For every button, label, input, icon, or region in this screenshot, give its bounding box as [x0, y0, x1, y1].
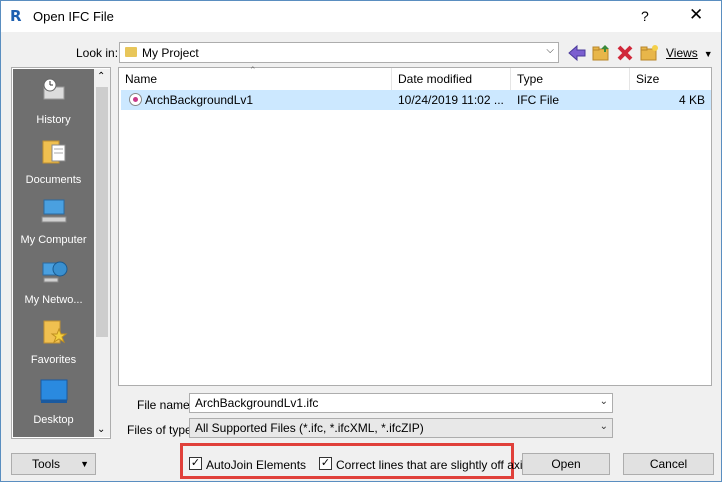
file-type-select[interactable]: All Supported Files (*.ifc, *.ifcXML, *.… — [189, 418, 613, 438]
file-name-value: ArchBackgroundLv1.ifc — [195, 396, 319, 410]
revit-app-icon: R — [10, 7, 22, 25]
column-label: Type — [517, 72, 544, 86]
tools-label: Tools — [32, 457, 61, 471]
open-button[interactable]: Open — [522, 453, 610, 475]
place-documents[interactable]: Documents — [13, 137, 94, 186]
file-type: IFC File — [517, 93, 559, 107]
ifc-file-icon — [129, 93, 142, 106]
close-button[interactable]: ✕ — [689, 5, 703, 25]
file-type-label: Files of type: — [127, 423, 196, 437]
place-label: My Computer — [20, 234, 87, 246]
title-bar: R Open IFC File ? ✕ — [1, 1, 721, 32]
column-header-date[interactable]: Date modified — [392, 68, 511, 90]
look-in-label: Look in: — [76, 46, 119, 60]
place-desktop[interactable]: Desktop — [13, 377, 94, 426]
up-folder-icon[interactable] — [591, 43, 611, 63]
file-name: ArchBackgroundLv1 — [145, 93, 254, 107]
back-arrow-icon[interactable] — [567, 43, 587, 63]
look-in-value: My Project — [142, 46, 199, 60]
column-label: Size — [636, 72, 660, 86]
delete-icon[interactable] — [615, 43, 635, 63]
look-in-combo[interactable]: My Project ⌵ — [119, 42, 559, 63]
favorites-icon — [43, 320, 67, 344]
column-header-size[interactable]: Size — [630, 68, 711, 90]
place-label: Desktop — [33, 414, 74, 426]
open-ifc-dialog: R Open IFC File ? ✕ Look in: My Project … — [0, 0, 722, 482]
open-label: Open — [551, 457, 581, 471]
file-name-label: File name: — [137, 398, 194, 412]
file-size: 4 KB — [678, 93, 705, 107]
history-icon — [43, 78, 64, 100]
dialog-title: Open IFC File — [33, 9, 114, 24]
tools-button[interactable]: Tools ▼ — [11, 453, 96, 475]
sort-up-icon: ⌃ — [249, 65, 257, 75]
place-favorites[interactable]: Favorites — [13, 317, 94, 366]
column-label: Name — [125, 72, 158, 86]
correct-lines-label: Correct lines that are slightly off axis — [336, 458, 529, 472]
place-my-network[interactable]: My Netwo... — [13, 257, 94, 306]
chevron-down-icon[interactable]: ⌄ — [600, 396, 608, 407]
chevron-up-icon[interactable]: ⌃ — [97, 71, 105, 82]
chevron-down-icon[interactable]: ⌄ — [97, 424, 105, 435]
new-folder-icon[interactable] — [639, 43, 659, 63]
column-header-name[interactable]: Name ⌃ — [119, 65, 392, 90]
place-label: Favorites — [30, 354, 77, 366]
chevron-down-icon: ▼ — [80, 459, 89, 469]
file-name-input[interactable]: ArchBackgroundLv1.ifc ⌄ — [189, 393, 613, 413]
autojoin-label: AutoJoin Elements — [206, 458, 307, 472]
scroll-thumb[interactable] — [96, 87, 108, 337]
place-my-computer[interactable]: My Computer — [13, 197, 94, 246]
views-label: Views — [666, 46, 698, 60]
place-history[interactable]: History — [13, 77, 94, 126]
file-list: Name ⌃ Date modified Type Size ArchBackg… — [118, 65, 712, 386]
column-header-type[interactable]: Type — [511, 68, 630, 90]
places-list: History Documents My Computer My Netwo..… — [13, 69, 94, 437]
views-menu-button[interactable]: Views ▼ — [666, 46, 713, 60]
chevron-down-icon: ⌄ — [599, 421, 608, 432]
file-date: 10/24/2019 11:02 ... — [398, 93, 504, 107]
file-type-value: All Supported Files (*.ifc, *.ifcXML, *.… — [195, 421, 424, 435]
chevron-down-icon: ⌵ — [546, 45, 554, 56]
documents-icon — [42, 140, 65, 164]
place-label: My Netwo... — [24, 294, 83, 306]
file-row[interactable]: ArchBackgroundLv1 10/24/2019 11:02 ... I… — [121, 90, 711, 110]
cancel-button[interactable]: Cancel — [623, 453, 714, 475]
help-button[interactable]: ? — [641, 8, 649, 24]
autojoin-checkbox[interactable]: ✓ — [189, 457, 202, 470]
chevron-down-icon: ▼ — [703, 49, 713, 59]
folder-icon — [125, 47, 137, 57]
desktop-icon — [40, 379, 67, 403]
computer-icon — [41, 199, 66, 223]
place-label: History — [36, 114, 71, 126]
place-label: Documents — [25, 174, 82, 186]
network-icon — [42, 261, 67, 283]
cancel-label: Cancel — [649, 457, 688, 471]
places-bar: History Documents My Computer My Netwo..… — [11, 67, 111, 439]
places-scrollbar[interactable]: ⌃ ⌄ — [94, 69, 110, 437]
column-label: Date modified — [398, 72, 473, 86]
correct-lines-checkbox[interactable]: ✓ — [319, 457, 332, 470]
